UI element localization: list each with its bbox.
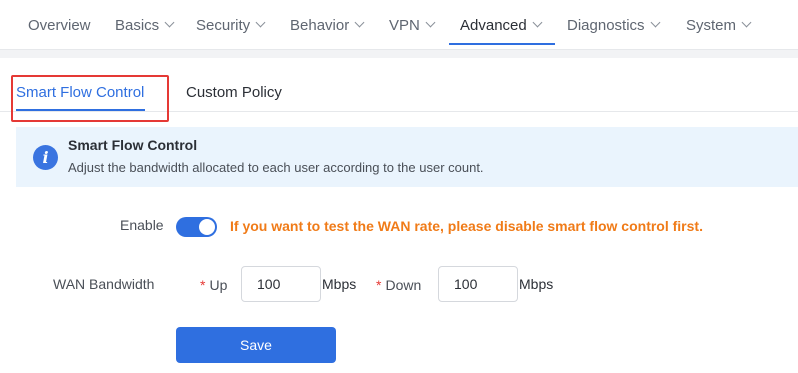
- down-label: * Down: [376, 277, 421, 293]
- up-unit: Mbps: [322, 276, 357, 292]
- chevron-down-icon: [425, 17, 436, 28]
- save-button[interactable]: Save: [176, 327, 336, 363]
- toggle-knob: [199, 219, 215, 235]
- nav-item-security[interactable]: Security: [196, 17, 266, 34]
- down-label-text: Down: [385, 277, 422, 293]
- up-bandwidth-input[interactable]: 100: [241, 266, 321, 302]
- content-panel: Smart Flow Control Custom Policy i Smart…: [0, 58, 798, 373]
- up-label-text: Up: [209, 277, 228, 293]
- nav-item-label: Overview: [28, 17, 91, 34]
- nav-active-indicator: [449, 43, 555, 45]
- info-description: Adjust the bandwidth allocated to each u…: [68, 160, 484, 175]
- tab-custom-policy[interactable]: Custom Policy: [186, 84, 282, 101]
- chevron-down-icon: [354, 17, 365, 28]
- nav-item-diagnostics[interactable]: Diagnostics: [567, 17, 660, 34]
- nav-item-system[interactable]: System: [686, 17, 752, 34]
- nav-item-advanced[interactable]: Advanced: [460, 17, 543, 34]
- info-banner: i Smart Flow Control Adjust the bandwidt…: [16, 127, 798, 187]
- top-nav: Overview Basics Security Behavior VPN Ad…: [0, 0, 798, 50]
- warning-text: If you want to test the WAN rate, please…: [230, 218, 703, 234]
- nav-item-basics[interactable]: Basics: [115, 17, 175, 34]
- nav-item-label: Diagnostics: [567, 17, 645, 34]
- chevron-down-icon: [532, 17, 543, 28]
- chevron-down-icon: [255, 17, 266, 28]
- nav-item-label: Behavior: [290, 17, 350, 34]
- chevron-down-icon: [741, 17, 752, 28]
- nav-item-label: Security: [196, 17, 251, 34]
- nav-item-vpn[interactable]: VPN: [389, 17, 436, 34]
- tab-bar: Smart Flow Control Custom Policy: [0, 58, 798, 122]
- nav-item-behavior[interactable]: Behavior: [290, 17, 365, 34]
- required-mark: *: [200, 277, 206, 293]
- nav-item-label: System: [686, 17, 737, 34]
- enable-label: Enable: [120, 217, 164, 233]
- chevron-down-icon: [164, 17, 175, 28]
- info-icon: i: [33, 145, 58, 170]
- chevron-down-icon: [650, 17, 660, 28]
- info-title: Smart Flow Control: [68, 137, 198, 153]
- enable-toggle[interactable]: [176, 217, 217, 237]
- down-unit: Mbps: [519, 276, 554, 292]
- tab-highlight-box: [11, 75, 169, 122]
- page: Overview Basics Security Behavior VPN Ad…: [0, 0, 798, 373]
- nav-item-overview[interactable]: Overview: [28, 17, 91, 34]
- nav-item-label: Advanced: [460, 17, 527, 34]
- up-label: * Up: [200, 277, 227, 293]
- nav-item-label: Basics: [115, 17, 160, 34]
- nav-item-label: VPN: [389, 17, 420, 34]
- down-bandwidth-input[interactable]: 100: [438, 266, 518, 302]
- required-mark: *: [376, 277, 382, 293]
- wan-bandwidth-label: WAN Bandwidth: [53, 276, 155, 292]
